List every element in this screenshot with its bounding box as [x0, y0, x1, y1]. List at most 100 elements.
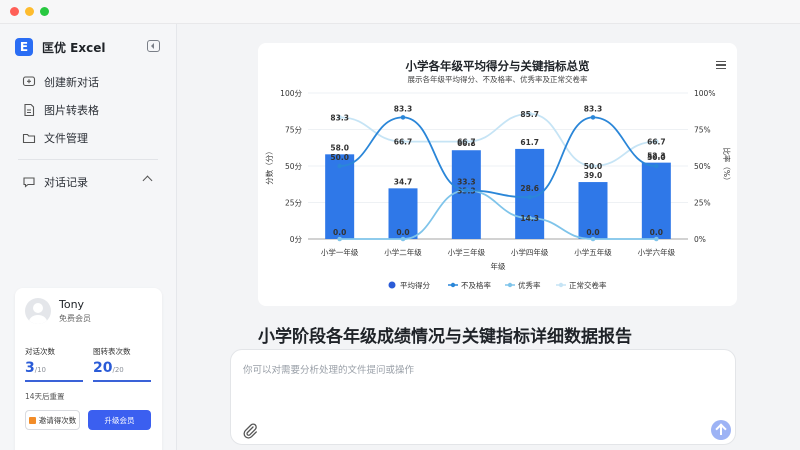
gift-icon: [28, 416, 36, 424]
invite-label: 邀请得次数: [38, 415, 77, 425]
brand: E 匡优 Excel: [15, 38, 105, 56]
image-count-value: 20/20: [93, 360, 124, 376]
line-data-label: 0.0: [650, 228, 663, 237]
sidebar-item-file-management[interactable]: 文件管理: [22, 130, 88, 146]
sidebar: E 匡优 Excel 创建新对话 图片转表格 文件管理 对话记录 Tony 免费…: [0, 24, 177, 450]
series-point: [654, 236, 659, 242]
x-tick-label: 小学一年级: [321, 247, 359, 257]
line-data-label: 0.0: [333, 228, 346, 237]
y2-tick-label: 75%: [694, 126, 711, 135]
sidebar-item-chat-history[interactable]: 对话记录: [22, 174, 88, 190]
x-tick-label: 小学二年级: [384, 247, 422, 257]
user-tier: 免费会员: [59, 314, 91, 323]
bar-data-label: 34.7: [394, 177, 413, 186]
user-name: Tony: [59, 298, 85, 311]
menu-icon[interactable]: [716, 61, 726, 69]
series-point: [464, 188, 469, 193]
chat-count-value: 3/10: [25, 360, 46, 376]
y-axis-label: 分数（分）: [264, 147, 274, 185]
avatar[interactable]: [25, 298, 51, 324]
y-tick-label: 75分: [285, 126, 303, 135]
sidebar-item-image-to-table[interactable]: 图片转表格: [22, 102, 99, 118]
series-point: [337, 236, 342, 242]
line-data-label: 33.3: [457, 177, 476, 186]
line-data-label: 83.3: [330, 113, 349, 122]
divider: [18, 159, 158, 160]
y2-tick-label: 100%: [694, 89, 715, 98]
legend-marker: [450, 282, 456, 288]
x-tick-label: 小学六年级: [638, 247, 676, 257]
series-point: [590, 115, 596, 120]
y2-tick-label: 0%: [694, 235, 706, 244]
series-line: [339, 189, 657, 240]
line-data-label: 85.7: [520, 110, 539, 119]
series-point: [400, 115, 406, 120]
chevron-up-icon[interactable]: [142, 175, 153, 186]
image-count-bar: [93, 380, 151, 382]
legend-label: 不及格率: [461, 280, 491, 290]
maximize-window-button[interactable]: [40, 7, 49, 16]
chat-used: 3: [25, 360, 35, 376]
close-window-button[interactable]: [10, 7, 19, 16]
legend-label: 正常交卷率: [569, 280, 607, 290]
legend-label: 平均得分: [400, 280, 430, 290]
chart-card: 0分 0% 25分 25% 50分 50% 75分 75% 100分 100% 分数（分） 比率（%）…: [258, 43, 737, 306]
folder-icon: [22, 133, 36, 144]
legend-marker: [507, 282, 513, 288]
y-tick-label: 50分: [285, 162, 303, 171]
chat-icon: [23, 177, 35, 188]
paperclip-icon[interactable]: [241, 422, 259, 440]
x-tick-label: 小学四年级: [511, 247, 549, 257]
line-data-label: 14.3: [520, 214, 539, 223]
chat-input-placeholder: 你可以对需要分析处理的文件提问或操作: [243, 365, 415, 376]
chart-title: 小学各年级平均得分与关键指标总览: [405, 59, 590, 73]
sidebar-item-new-chat[interactable]: 创建新对话: [22, 74, 99, 90]
line-data-label: 50.0: [330, 153, 349, 162]
reset-text: 14天后重置: [25, 392, 65, 401]
y-tick-label: 0分: [290, 235, 303, 244]
sidebar-item-label: 图片转表格: [44, 104, 99, 117]
x-tick-label: 小学三年级: [448, 247, 486, 257]
x-axis-label: 年级: [491, 261, 506, 271]
bar-data-label: 39.0: [584, 171, 603, 180]
y2-tick-label: 25%: [694, 199, 711, 208]
y-tick-label: 100分: [280, 89, 302, 98]
image-count-label: 图转表次数: [93, 347, 131, 356]
sidebar-item-label: 文件管理: [44, 132, 88, 145]
invite-button[interactable]: 邀请得次数: [25, 410, 80, 430]
line-data-label: 28.6: [520, 184, 539, 193]
chat-plus-icon: [22, 76, 36, 87]
chat-count-label: 对话次数: [25, 347, 55, 356]
upgrade-button[interactable]: 升级会员: [88, 410, 151, 430]
line-data-label: 66.7: [647, 138, 666, 147]
chat-total: /10: [34, 366, 47, 374]
series-point: [590, 236, 596, 242]
sidebar-item-label: 对话记录: [44, 176, 88, 189]
minimize-window-button[interactable]: [25, 7, 34, 16]
line-data-label: 50.0: [647, 153, 666, 162]
y-tick-label: 25分: [285, 199, 303, 208]
legend-label: 优秀率: [518, 280, 541, 290]
legend-marker: [558, 282, 564, 288]
line-data-label: 50.0: [584, 162, 603, 171]
chat-count-bar: [25, 380, 83, 382]
report-title: 小学阶段各年级成绩情况与关键指标详细数据报告: [258, 327, 632, 347]
line-data-label: 66.7: [394, 138, 413, 147]
series-point: [654, 163, 659, 169]
bar-data-label: 61.7: [520, 138, 539, 147]
app-name: 匡优 Excel: [42, 40, 106, 55]
line-data-label: 0.0: [396, 228, 409, 237]
send-button[interactable]: [711, 420, 731, 440]
chart-subtitle: 展示各年级平均得分、不及格率、优秀率及正常交卷率: [407, 75, 588, 84]
series-point: [400, 236, 406, 242]
app-logo-icon: E: [15, 38, 33, 56]
image-used: 20: [93, 360, 113, 376]
line-data-label: 66.7: [457, 138, 476, 147]
legend-marker: [388, 281, 396, 289]
user-card: Tony 免费会员 对话次数 3/10 图转表次数 20/20 14天后重置 邀…: [15, 288, 162, 450]
series-point: [337, 163, 342, 169]
collapse-sidebar-icon[interactable]: [147, 40, 160, 52]
image-icon: [24, 103, 35, 117]
image-total: /20: [112, 366, 124, 374]
chat-input-box[interactable]: 你可以对需要分析处理的文件提问或操作: [230, 349, 736, 445]
